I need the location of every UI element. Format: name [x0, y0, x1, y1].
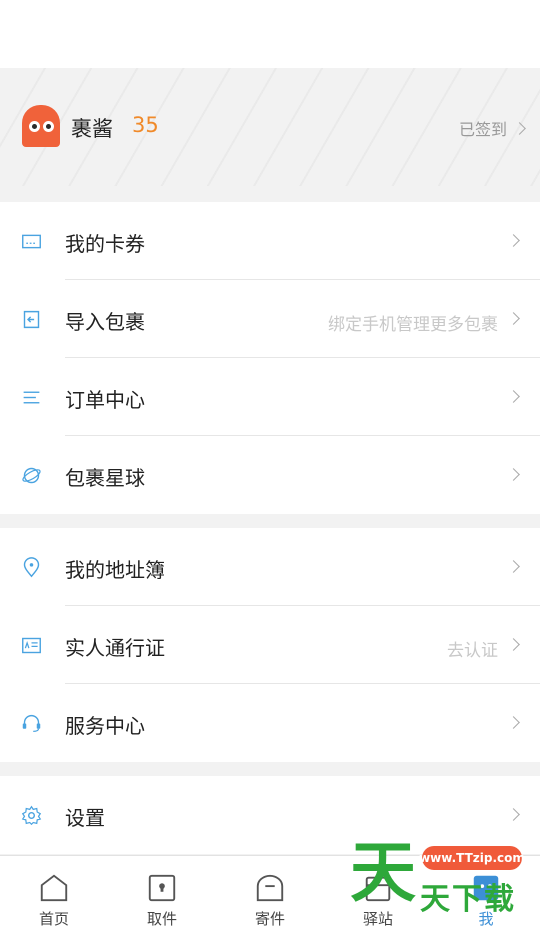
profile-header[interactable]: 裹酱 35 已签到	[0, 68, 540, 186]
signin-label: 已签到	[458, 120, 507, 139]
tab-station[interactable]: 驿站	[324, 856, 432, 929]
chevron-right-icon	[507, 468, 520, 481]
menu-item-order-center[interactable]: 订单中心	[0, 358, 540, 436]
chevron-right-icon	[507, 234, 520, 247]
chevron-right-icon	[507, 390, 520, 403]
chevron-right-icon	[513, 121, 526, 135]
status-bar-area	[0, 0, 540, 68]
tab-label: 寄件	[254, 910, 285, 928]
planet-icon	[22, 467, 41, 484]
menu-item-import-package[interactable]: 导入包裹 绑定手机管理更多包裹	[0, 280, 540, 358]
bottom-tab-bar: 首页 取件 寄件 驿站 我	[0, 855, 540, 929]
coupon-icon	[22, 234, 41, 249]
menu-item-label: 服务中心	[65, 714, 145, 738]
tab-label: 首页	[38, 910, 69, 928]
avatar-left-eye	[29, 121, 40, 132]
menu-item-label: 包裹星球	[65, 466, 145, 490]
menu-item-settings[interactable]: 设置	[0, 776, 540, 854]
menu-item-label: 我的地址簿	[65, 558, 165, 582]
tab-me[interactable]: 我	[432, 856, 540, 929]
chevron-right-icon	[507, 808, 520, 821]
location-pin-icon	[23, 557, 40, 578]
gear-icon	[21, 805, 42, 826]
import-icon	[23, 310, 40, 329]
tab-home[interactable]: 首页	[0, 856, 108, 929]
menu-item-label: 导入包裹	[65, 310, 145, 334]
menu-item-coupons[interactable]: 我的卡券	[0, 202, 540, 280]
tab-label: 取件	[146, 910, 177, 928]
menu-item-label: 实人通行证	[65, 636, 165, 660]
headset-icon	[22, 714, 41, 732]
signin-status-button[interactable]: 已签到	[458, 116, 526, 140]
username: 裹酱	[71, 117, 113, 141]
tab-label: 驿站	[362, 910, 393, 928]
menu-item-hint: 绑定手机管理更多包裹	[328, 315, 498, 335]
menu-item-label: 设置	[65, 806, 105, 830]
menu-item-package-planet[interactable]: 包裹星球	[0, 436, 540, 514]
list-icon	[23, 391, 40, 404]
station-icon	[365, 876, 391, 902]
menu-item-real-name-pass[interactable]: 实人通行证 去认证	[0, 606, 540, 684]
chevron-right-icon	[507, 312, 520, 325]
home-icon	[40, 874, 68, 902]
chevron-right-icon	[507, 716, 520, 729]
mailbox-icon	[256, 874, 284, 902]
profile-icon	[473, 875, 499, 901]
menu-item-label: 我的卡券	[65, 232, 145, 256]
chevron-right-icon	[507, 560, 520, 573]
tab-send[interactable]: 寄件	[216, 856, 324, 929]
avatar-right-eye	[43, 121, 54, 132]
menu-item-address-book[interactable]: 我的地址簿	[0, 528, 540, 606]
tab-label: 我	[478, 910, 494, 928]
tab-pickup[interactable]: 取件	[108, 856, 216, 929]
id-card-icon	[22, 637, 41, 654]
menu-group-3: 设置	[0, 776, 540, 854]
verify-hint: 去认证	[447, 641, 498, 661]
menu-item-service-center[interactable]: 服务中心	[0, 684, 540, 762]
locker-icon	[148, 874, 176, 902]
chevron-right-icon	[507, 638, 520, 651]
points-score: 35	[132, 113, 159, 137]
avatar[interactable]	[22, 105, 60, 147]
menu-item-label: 订单中心	[65, 388, 145, 412]
menu-group-2: 我的地址簿 实人通行证 去认证 服务中心	[0, 528, 540, 762]
menu-group-1: 我的卡券 导入包裹 绑定手机管理更多包裹 订单中心 包裹星球	[0, 202, 540, 514]
